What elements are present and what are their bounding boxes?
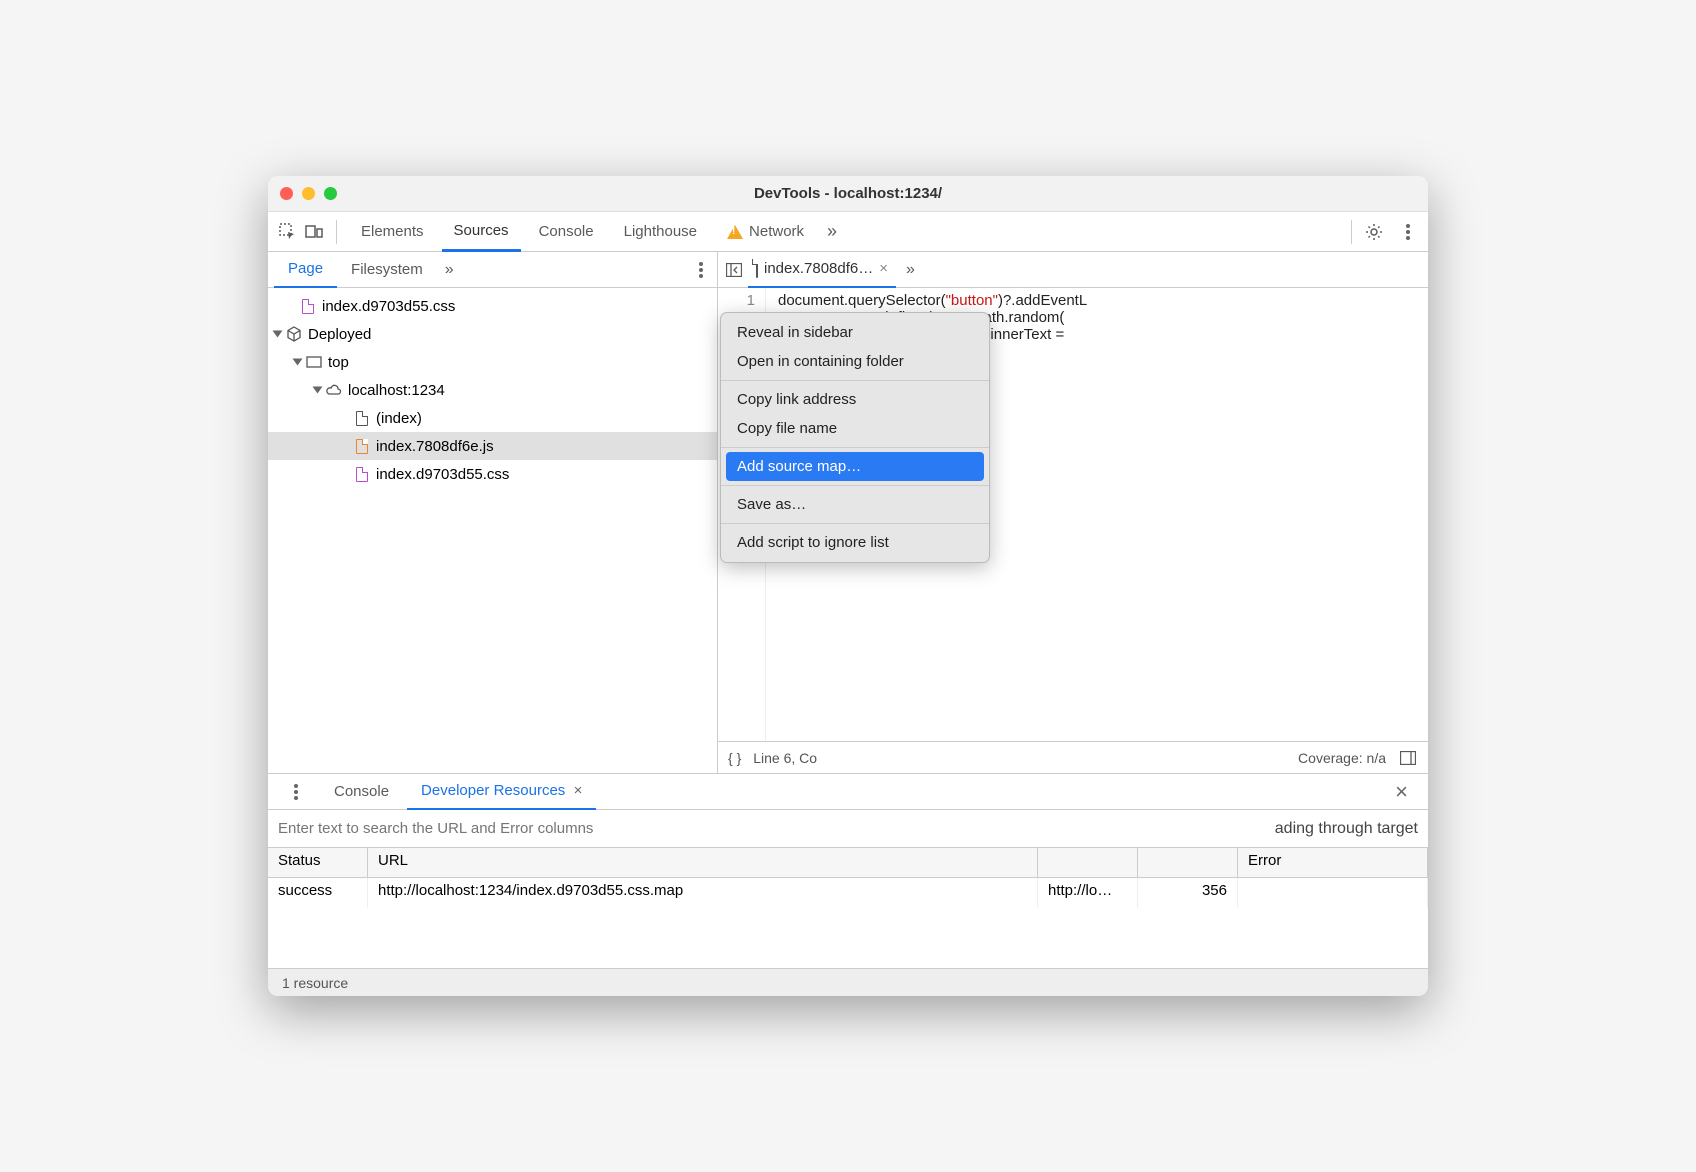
ctx-copy-link[interactable]: Copy link address [721,385,989,414]
close-tab-icon[interactable]: × [879,260,888,277]
nav-tab-page[interactable]: Page [274,252,337,288]
more-nav-tabs-icon[interactable]: » [437,261,462,279]
tree-item[interactable]: index.d9703d55.css [268,292,717,320]
tab-lighthouse[interactable]: Lighthouse [612,212,709,252]
device-toggle-icon[interactable] [304,222,324,242]
tree-item[interactable]: (index) [268,404,717,432]
tree-item[interactable]: localhost:1234 [268,376,717,404]
nav-tab-filesystem[interactable]: Filesystem [337,252,437,288]
more-editor-tabs-icon[interactable]: » [900,261,921,279]
devtools-window: DevTools - localhost:1234/ Elements Sour… [268,176,1428,996]
coverage-status: Coverage: n/a [1298,750,1386,766]
settings-icon[interactable] [1364,222,1384,242]
cursor-position: Line 6, Co [753,750,817,766]
resources-table: Status URL Error success http://localhos… [268,848,1428,968]
toggle-navigator-icon[interactable] [724,260,744,280]
tree-item[interactable]: index.d9703d55.css [268,460,717,488]
ctx-save-as[interactable]: Save as… [721,490,989,519]
close-drawer-tab-icon[interactable]: × [574,782,583,799]
titlebar: DevTools - localhost:1234/ [268,176,1428,212]
toggle-debugger-icon[interactable] [1398,748,1418,768]
tab-network[interactable]: Network [715,212,816,252]
close-drawer-icon[interactable]: × [1383,779,1420,805]
tab-console[interactable]: Console [527,212,606,252]
file-tree: index.d9703d55.css Deployed top localhos… [268,288,717,773]
col-size[interactable] [1138,848,1238,877]
context-menu: Reveal in sidebar Open in containing fol… [720,312,990,563]
loading-target-text: ading through target [1275,820,1418,838]
tree-item[interactable]: top [268,348,717,376]
main-toolbar: Elements Sources Console Lighthouse Netw… [268,212,1428,252]
col-status[interactable]: Status [268,848,368,877]
resource-search-input[interactable] [278,820,1275,837]
drawer-footer: 1 resource [268,968,1428,996]
editor-tab[interactable]: index.7808df6…× [748,252,896,288]
col-error[interactable]: Error [1238,848,1428,877]
tree-item[interactable]: Deployed [268,320,717,348]
navigator-pane: Page Filesystem » index.d9703d55.css Dep… [268,252,718,773]
kebab-menu-icon[interactable] [1398,222,1418,242]
col-initiator[interactable] [1038,848,1138,877]
ctx-copy-filename[interactable]: Copy file name [721,414,989,443]
drawer: Console Developer Resources × × ading th… [268,773,1428,996]
more-tabs-icon[interactable]: » [822,222,842,242]
nav-kebab-icon[interactable] [691,260,711,280]
ctx-ignore-list[interactable]: Add script to ignore list [721,528,989,557]
ctx-reveal-sidebar[interactable]: Reveal in sidebar [721,318,989,347]
drawer-tab-dev-resources[interactable]: Developer Resources × [407,774,596,810]
window-title: DevTools - localhost:1234/ [268,185,1428,202]
tab-sources[interactable]: Sources [442,212,521,252]
drawer-kebab-icon[interactable] [286,782,306,802]
tab-elements[interactable]: Elements [349,212,436,252]
tree-item-selected[interactable]: index.7808df6e.js [268,432,717,460]
warning-icon [727,225,743,239]
ctx-open-folder[interactable]: Open in containing folder [721,347,989,376]
drawer-tab-console[interactable]: Console [320,774,403,810]
editor-statusbar: { } Line 6, Co Coverage: n/a [718,741,1428,773]
col-url[interactable]: URL [368,848,1038,877]
ctx-add-source-map[interactable]: Add source map… [726,452,984,481]
inspect-icon[interactable] [278,222,298,242]
table-row[interactable]: success http://localhost:1234/index.d970… [268,878,1428,908]
pretty-print-icon[interactable]: { } [728,750,741,766]
